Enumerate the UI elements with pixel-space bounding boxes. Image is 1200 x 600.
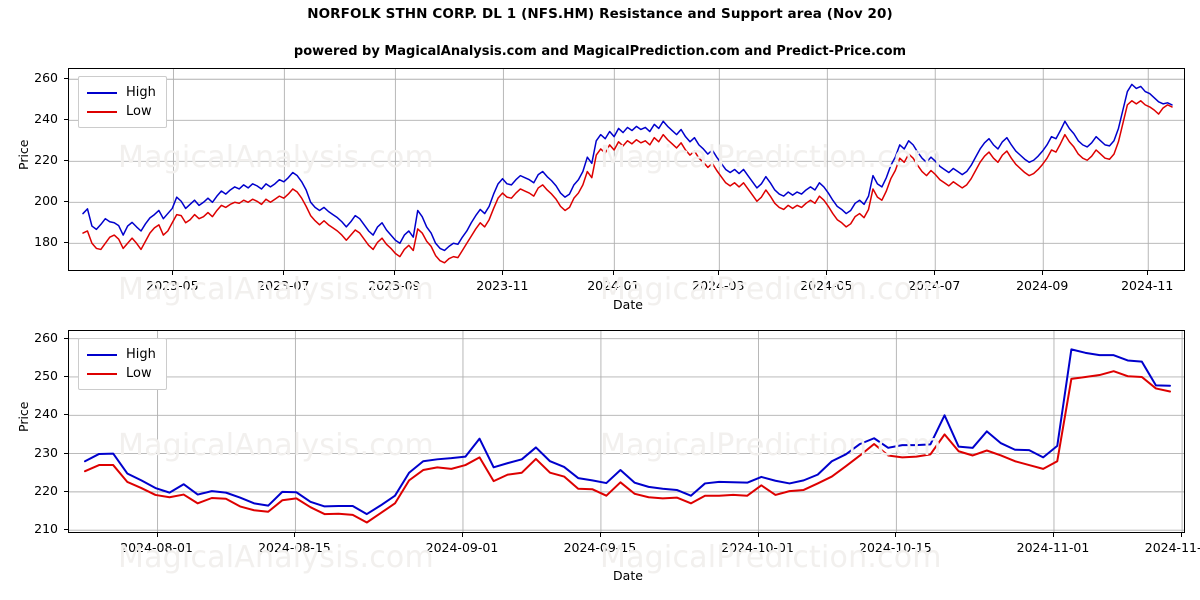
- x-tick-mark: [394, 271, 396, 275]
- legend-row-low: Low: [87, 364, 156, 383]
- y-tick-mark: [64, 375, 68, 377]
- y-tick-label: 220: [34, 482, 58, 498]
- top-plot-svg: [69, 69, 1184, 270]
- y-tick-mark: [64, 242, 68, 244]
- chart-page: NORFOLK STHN CORP. DL 1 (NFS.HM) Resista…: [0, 0, 1200, 600]
- series-line-high: [84, 348, 1171, 516]
- x-tick-label: 2024-11-01: [1016, 540, 1090, 555]
- x-tick-label: 2024-10-01: [721, 540, 794, 555]
- y-tick-mark: [64, 160, 68, 162]
- x-tick-label: 2024-01: [587, 278, 640, 293]
- legend-swatch-low: [87, 372, 117, 375]
- x-tick-label: 2023-11: [476, 278, 529, 293]
- y-tick-mark: [64, 452, 68, 454]
- x-tick-mark: [156, 533, 158, 537]
- x-tick-label: 2024-11-15: [1144, 540, 1200, 555]
- legend-label-low: Low: [126, 104, 152, 119]
- bottom-legend[interactable]: High Low: [78, 338, 167, 390]
- y-tick-label: 230: [34, 444, 58, 460]
- legend-label-high: High: [126, 85, 156, 100]
- x-tick-mark: [934, 271, 936, 275]
- y-tick-label: 220: [34, 152, 58, 168]
- y-tick-label: 260: [34, 329, 58, 345]
- x-tick-mark: [718, 271, 720, 275]
- y-tick-label: 200: [34, 193, 58, 209]
- series-line-high: [82, 83, 1173, 252]
- x-tick-mark: [895, 533, 897, 537]
- x-tick-mark: [599, 533, 601, 537]
- x-tick-label: 2024-08-15: [258, 540, 331, 555]
- x-tick-label: 2024-11: [1121, 278, 1174, 293]
- x-tick-mark: [1147, 271, 1149, 275]
- legend-swatch-low: [87, 110, 117, 113]
- x-tick-label: 2023-09: [368, 278, 421, 293]
- x-tick-mark: [757, 533, 759, 537]
- page-subtitle: powered by MagicalAnalysis.com and Magic…: [293, 44, 907, 59]
- y-tick-mark: [64, 119, 68, 121]
- x-tick-label: 2024-10-15: [859, 540, 932, 555]
- x-tick-label: 2024-08-01: [120, 540, 193, 555]
- top-x-axis-label: Date: [613, 297, 643, 312]
- y-tick-mark: [64, 414, 68, 416]
- y-tick-label: 210: [34, 521, 58, 537]
- legend-swatch-high: [87, 353, 117, 356]
- x-tick-label: 2023-05: [146, 278, 199, 293]
- series-line-low: [82, 100, 1173, 264]
- legend-swatch-high: [87, 91, 117, 94]
- page-title: NORFOLK STHN CORP. DL 1 (NFS.HM) Resista…: [307, 6, 893, 22]
- x-tick-label: 2024-05: [800, 278, 853, 293]
- y-tick-mark: [64, 529, 68, 531]
- y-tick-label: 240: [34, 406, 58, 422]
- x-tick-mark: [613, 271, 615, 275]
- bottom-plot-svg: [69, 331, 1184, 532]
- top-plot-area[interactable]: [68, 68, 1185, 271]
- x-tick-mark: [283, 271, 285, 275]
- y-tick-label: 240: [34, 111, 58, 127]
- x-tick-mark: [502, 271, 504, 275]
- x-tick-label: 2023-07: [257, 278, 310, 293]
- bottom-x-axis-label: Date: [613, 568, 643, 583]
- legend-row-high: High: [87, 345, 156, 364]
- y-tick-mark: [64, 201, 68, 203]
- y-tick-mark: [64, 337, 68, 339]
- x-tick-mark: [1052, 533, 1054, 537]
- x-tick-mark: [461, 533, 463, 537]
- x-tick-label: 2024-07: [908, 278, 961, 293]
- x-tick-mark: [172, 271, 174, 275]
- x-tick-label: 2024-09-15: [563, 540, 637, 555]
- y-tick-mark: [64, 78, 68, 80]
- y-tick-label: 180: [34, 234, 58, 250]
- x-tick-mark: [1042, 271, 1044, 275]
- x-tick-mark: [1181, 533, 1183, 537]
- x-tick-mark: [294, 533, 296, 537]
- y-tick-mark: [64, 490, 68, 492]
- x-tick-mark: [826, 271, 828, 275]
- x-tick-label: 2024-09: [1016, 278, 1069, 293]
- x-tick-label: 2024-09-01: [425, 540, 499, 555]
- legend-row-high: High: [87, 83, 156, 102]
- top-legend[interactable]: High Low: [78, 76, 167, 128]
- x-tick-label: 2024-03: [692, 278, 745, 293]
- legend-row-low: Low: [87, 102, 156, 121]
- legend-label-high: High: [126, 347, 156, 362]
- legend-label-low: Low: [126, 366, 152, 381]
- y-tick-label: 260: [34, 70, 58, 86]
- bottom-plot-area[interactable]: [68, 330, 1185, 533]
- y-tick-label: 250: [34, 367, 58, 383]
